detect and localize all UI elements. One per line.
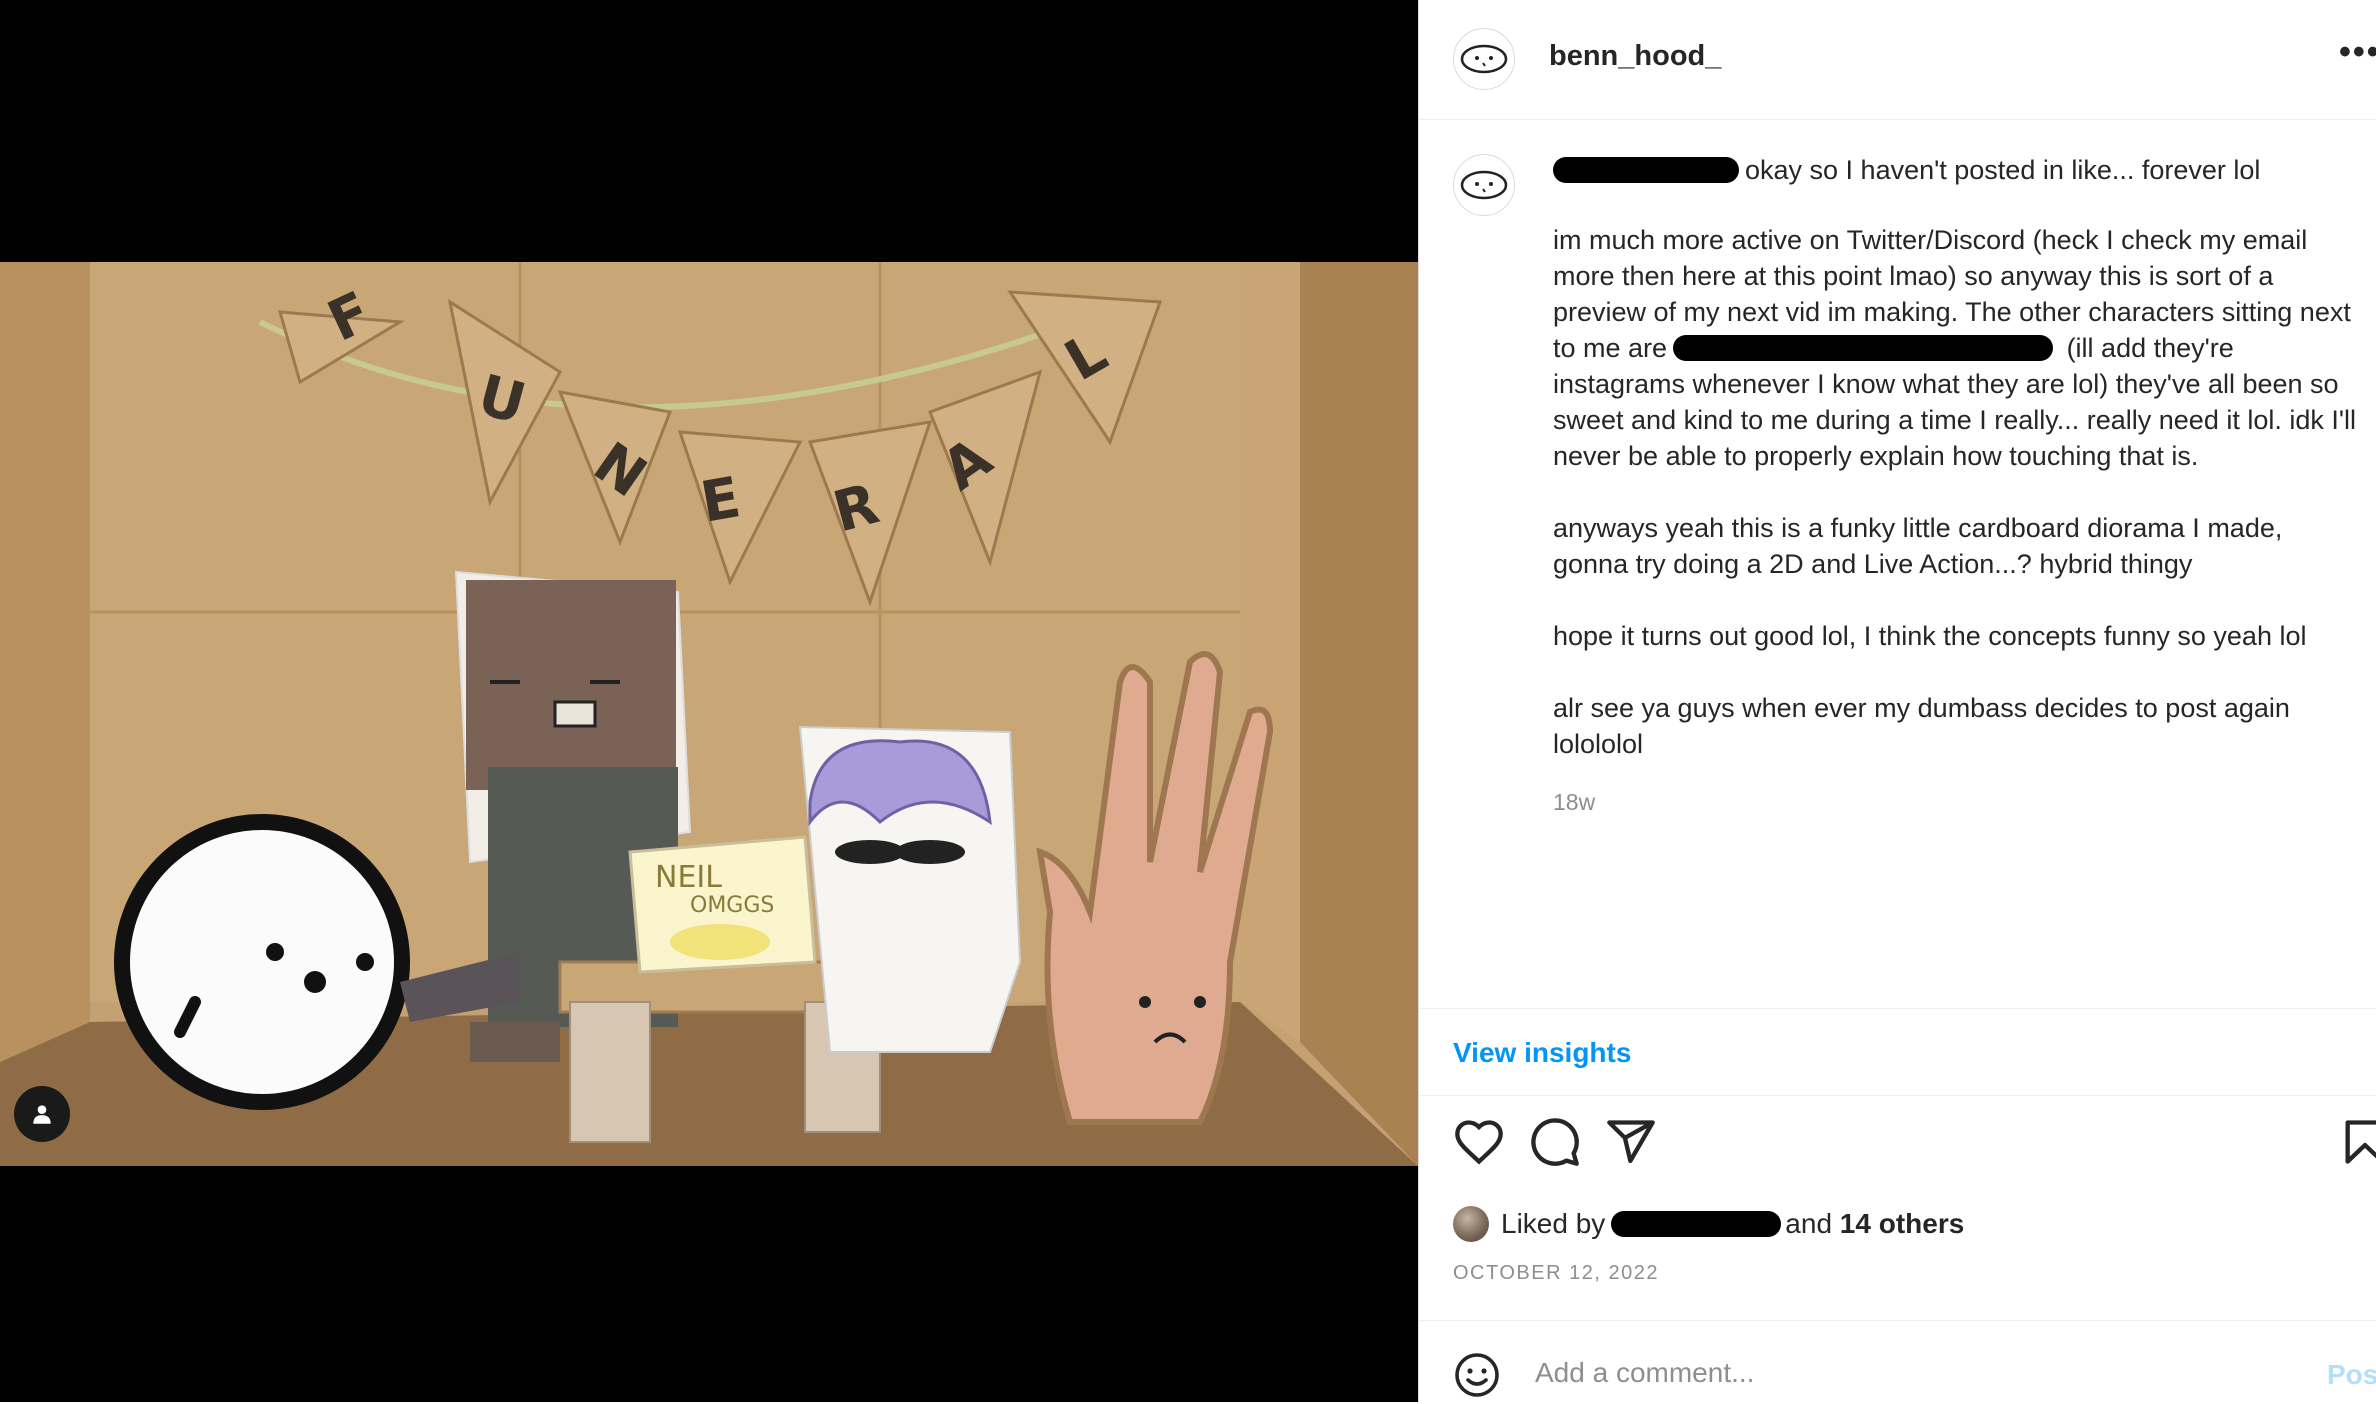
save-button[interactable]	[2339, 1116, 2376, 1172]
likes-others-count[interactable]: 14 others	[1840, 1208, 1965, 1240]
caption-paragraph: anyways yeah this is a funky little card…	[1553, 513, 2283, 579]
action-bar	[1419, 1116, 2376, 1186]
post-comment-button[interactable]: Post	[2327, 1359, 2376, 1391]
likes-summary[interactable]: Liked by and 14 others	[1453, 1204, 1964, 1244]
avatar-doodle-icon	[1460, 170, 1508, 200]
liker-avatar	[1453, 1206, 1489, 1242]
comment-bubble-icon	[1531, 1118, 1579, 1166]
redacted-username	[1553, 157, 1739, 183]
insights-bar: View insights	[1419, 1008, 2376, 1096]
sign-text-neil: NEIL	[655, 860, 722, 895]
more-options-button[interactable]: •••	[2339, 42, 2376, 76]
diorama-illustration: F U N E R A L NEIL OMGGS	[0, 262, 1418, 1166]
post-date: OCTOBER 12, 2022	[1453, 1262, 1659, 1284]
likes-prefix: Liked by	[1501, 1208, 1606, 1239]
emoji-button[interactable]	[1453, 1351, 1501, 1399]
like-button[interactable]	[1453, 1116, 1509, 1172]
user-tags-button[interactable]	[14, 1086, 70, 1142]
person-icon	[33, 1105, 51, 1124]
post-caption: okay so I haven't posted in like... fore…	[1553, 152, 2363, 820]
smiley-icon	[1455, 1353, 1499, 1397]
post-media: F U N E R A L NEIL OMGGS	[0, 0, 1418, 1402]
caption-timestamp[interactable]: 18w	[1553, 784, 2363, 820]
heart-icon	[1455, 1120, 1503, 1165]
comment-composer: Post	[1419, 1320, 2376, 1402]
author-username[interactable]: benn_hood_	[1549, 40, 1721, 73]
caption-first-line: okay so I haven't posted in like... fore…	[1745, 155, 2261, 185]
redacted-mentions	[1673, 335, 2054, 361]
avatar-doodle-icon	[1460, 44, 1508, 74]
post-side-panel: benn_hood_ ••• okay so I haven't posted …	[1418, 0, 2376, 1402]
caption-author-avatar[interactable]	[1453, 154, 1515, 216]
post-photo[interactable]: F U N E R A L NEIL OMGGS	[0, 262, 1418, 1166]
sign-text-omggs: OMGGS	[690, 893, 774, 918]
share-button[interactable]	[1605, 1116, 1661, 1172]
comment-button[interactable]	[1529, 1116, 1585, 1172]
paper-plane-icon	[1607, 1120, 1655, 1164]
redacted-liker	[1611, 1211, 1782, 1237]
caption-paragraph: alr see ya guys when ever my dumbass dec…	[1553, 693, 2290, 759]
comment-input[interactable]	[1533, 1347, 2237, 1399]
caption-area: okay so I haven't posted in like... fore…	[1419, 120, 2376, 1008]
post-header: benn_hood_ •••	[1419, 0, 2376, 120]
likes-and: and	[1785, 1208, 1833, 1239]
author-avatar[interactable]	[1453, 28, 1515, 90]
bookmark-icon	[2345, 1120, 2376, 1164]
view-insights-link[interactable]: View insights	[1453, 1037, 1631, 1069]
caption-paragraph: hope it turns out good lol, I think the …	[1553, 621, 2307, 651]
